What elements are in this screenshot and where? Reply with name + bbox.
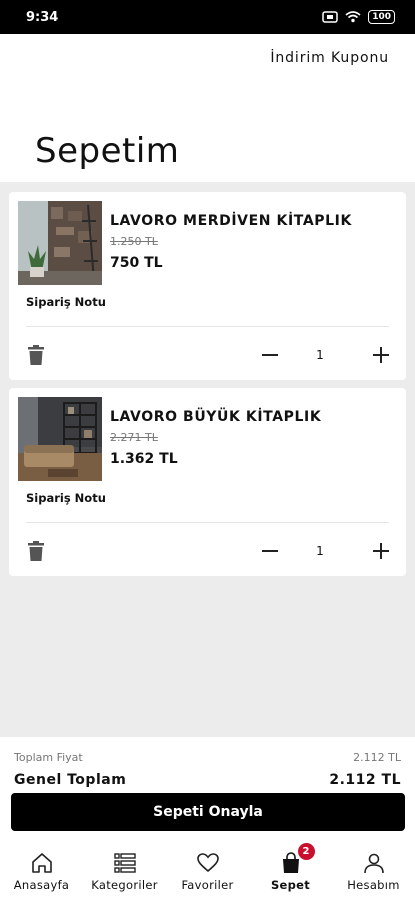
tab-favorites[interactable]: Favoriler xyxy=(166,837,249,900)
cart-item: LAVORO MERDİVEN KİTAPLIK 1.250 TL 750 TL… xyxy=(9,192,406,380)
increase-quantity-button[interactable] xyxy=(370,540,392,562)
order-summary: Toplam Fiyat 2.112 TL Genel Toplam 2.112… xyxy=(0,737,415,837)
battery-icon: 100 xyxy=(368,10,395,24)
wifi-icon xyxy=(345,8,361,27)
subtotal-value: 2.112 TL xyxy=(353,751,401,764)
product-price: 1.362 TL xyxy=(110,451,178,467)
order-note-link[interactable]: Sipariş Notu xyxy=(26,295,106,309)
list-icon xyxy=(112,850,138,876)
bottom-tab-bar: Anasayfa Kategoriler Favoriler 2 Sepet H… xyxy=(0,837,415,900)
product-price: 750 TL xyxy=(110,255,163,271)
subtotal-label: Toplam Fiyat xyxy=(14,751,83,764)
cart-list: LAVORO MERDİVEN KİTAPLIK 1.250 TL 750 TL… xyxy=(0,182,415,737)
heart-icon xyxy=(195,850,221,876)
cart-item: LAVORO BÜYÜK KİTAPLIK 2.271 TL 1.362 TL … xyxy=(9,388,406,576)
divider xyxy=(26,522,389,523)
grand-total-label: Genel Toplam xyxy=(14,772,127,788)
tab-label: Favoriler xyxy=(181,878,234,892)
tab-label: Hesabım xyxy=(347,878,400,892)
tab-home[interactable]: Anasayfa xyxy=(0,837,83,900)
home-icon xyxy=(29,850,55,876)
user-icon xyxy=(361,850,387,876)
grand-total-value: 2.112 TL xyxy=(329,772,401,788)
cart-count-badge: 2 xyxy=(297,843,315,860)
confirm-cart-button[interactable]: Sepeti Onayla xyxy=(11,793,405,831)
order-note-link[interactable]: Sipariş Notu xyxy=(26,491,106,505)
decrease-quantity-button[interactable] xyxy=(259,344,281,366)
product-old-price: 2.271 TL xyxy=(110,431,158,444)
divider xyxy=(26,326,389,327)
quantity-value: 1 xyxy=(316,544,324,558)
product-name[interactable]: LAVORO BÜYÜK KİTAPLIK xyxy=(110,409,321,425)
product-old-price: 1.250 TL xyxy=(110,235,158,248)
status-time: 9:34 xyxy=(26,9,59,25)
increase-quantity-button[interactable] xyxy=(370,344,392,366)
quantity-value: 1 xyxy=(316,348,324,362)
tab-label: Kategoriler xyxy=(91,878,158,892)
page-title: Sepetim xyxy=(35,131,180,171)
trash-icon[interactable] xyxy=(26,344,46,366)
tab-cart[interactable]: 2 Sepet xyxy=(249,837,332,900)
sim-icon xyxy=(322,8,338,27)
product-image[interactable] xyxy=(18,201,102,285)
product-name[interactable]: LAVORO MERDİVEN KİTAPLIK xyxy=(110,213,352,229)
status-icons: 100 xyxy=(322,8,395,27)
tab-label: Anasayfa xyxy=(13,878,70,892)
status-bar: 9:34 100 xyxy=(0,0,415,34)
tab-categories[interactable]: Kategoriler xyxy=(83,837,166,900)
grand-total-row: Genel Toplam 2.112 TL xyxy=(14,772,401,788)
decrease-quantity-button[interactable] xyxy=(259,540,281,562)
bag-icon: 2 xyxy=(278,843,315,876)
discount-coupon-link[interactable]: İndirim Kuponu xyxy=(270,50,389,66)
product-image[interactable] xyxy=(18,397,102,481)
subtotal-row: Toplam Fiyat 2.112 TL xyxy=(14,751,401,764)
tab-account[interactable]: Hesabım xyxy=(332,837,415,900)
tab-label: Sepet xyxy=(270,878,311,892)
trash-icon[interactable] xyxy=(26,540,46,562)
